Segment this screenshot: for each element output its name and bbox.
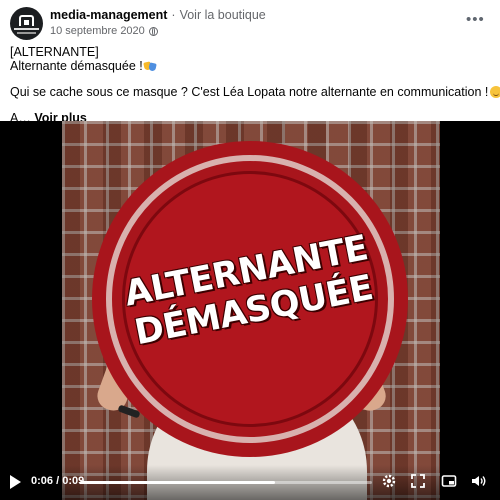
video-player[interactable]: ALTERNANTE DÉMASQUÉE 0:06 / 0:09 bbox=[0, 121, 500, 500]
post-date[interactable]: 10 septembre 2020 bbox=[50, 25, 145, 37]
page-name-link[interactable]: media-management bbox=[50, 8, 167, 22]
gear-icon[interactable] bbox=[380, 473, 398, 491]
smile-emoji-icon bbox=[490, 86, 500, 98]
post-line-2: Alternante démasquée ! bbox=[10, 59, 490, 73]
page-avatar[interactable] bbox=[10, 7, 43, 40]
shop-link[interactable]: Voir la boutique bbox=[180, 8, 266, 22]
progress-bar[interactable] bbox=[80, 481, 372, 484]
more-options-button[interactable]: ••• bbox=[466, 12, 485, 27]
video-time: 0:06 / 0:09 bbox=[31, 475, 85, 487]
post-header: media-management · Voir la boutique 10 sep… bbox=[0, 0, 500, 44]
stamp-graphic: ALTERNANTE DÉMASQUÉE bbox=[92, 141, 408, 457]
speaker-icon[interactable] bbox=[469, 473, 487, 491]
expand-arrows-icon[interactable] bbox=[409, 473, 427, 491]
page-line: media-management · Voir la boutique bbox=[50, 8, 266, 22]
video-controls: 0:06 / 0:09 bbox=[0, 465, 500, 500]
progress-fill bbox=[80, 481, 275, 484]
picture-in-picture-icon[interactable] bbox=[440, 473, 458, 491]
post-line-1: [ALTERNANTE] bbox=[10, 45, 99, 59]
post-date-line: 10 septembre 2020 bbox=[50, 25, 158, 37]
globe-icon bbox=[148, 26, 158, 36]
brand-logo-mark bbox=[19, 15, 34, 26]
theater-masks-icon bbox=[144, 60, 156, 72]
play-icon[interactable] bbox=[10, 475, 21, 489]
video-frame[interactable]: ALTERNANTE DÉMASQUÉE bbox=[62, 121, 440, 500]
post-text: [ALTERNANTE] Alternante démasquée ! Qui … bbox=[10, 45, 500, 125]
separator-dot: · bbox=[171, 8, 176, 22]
post-line-3: Qui se cache sous ce masque ? C'est Léa … bbox=[10, 85, 500, 99]
